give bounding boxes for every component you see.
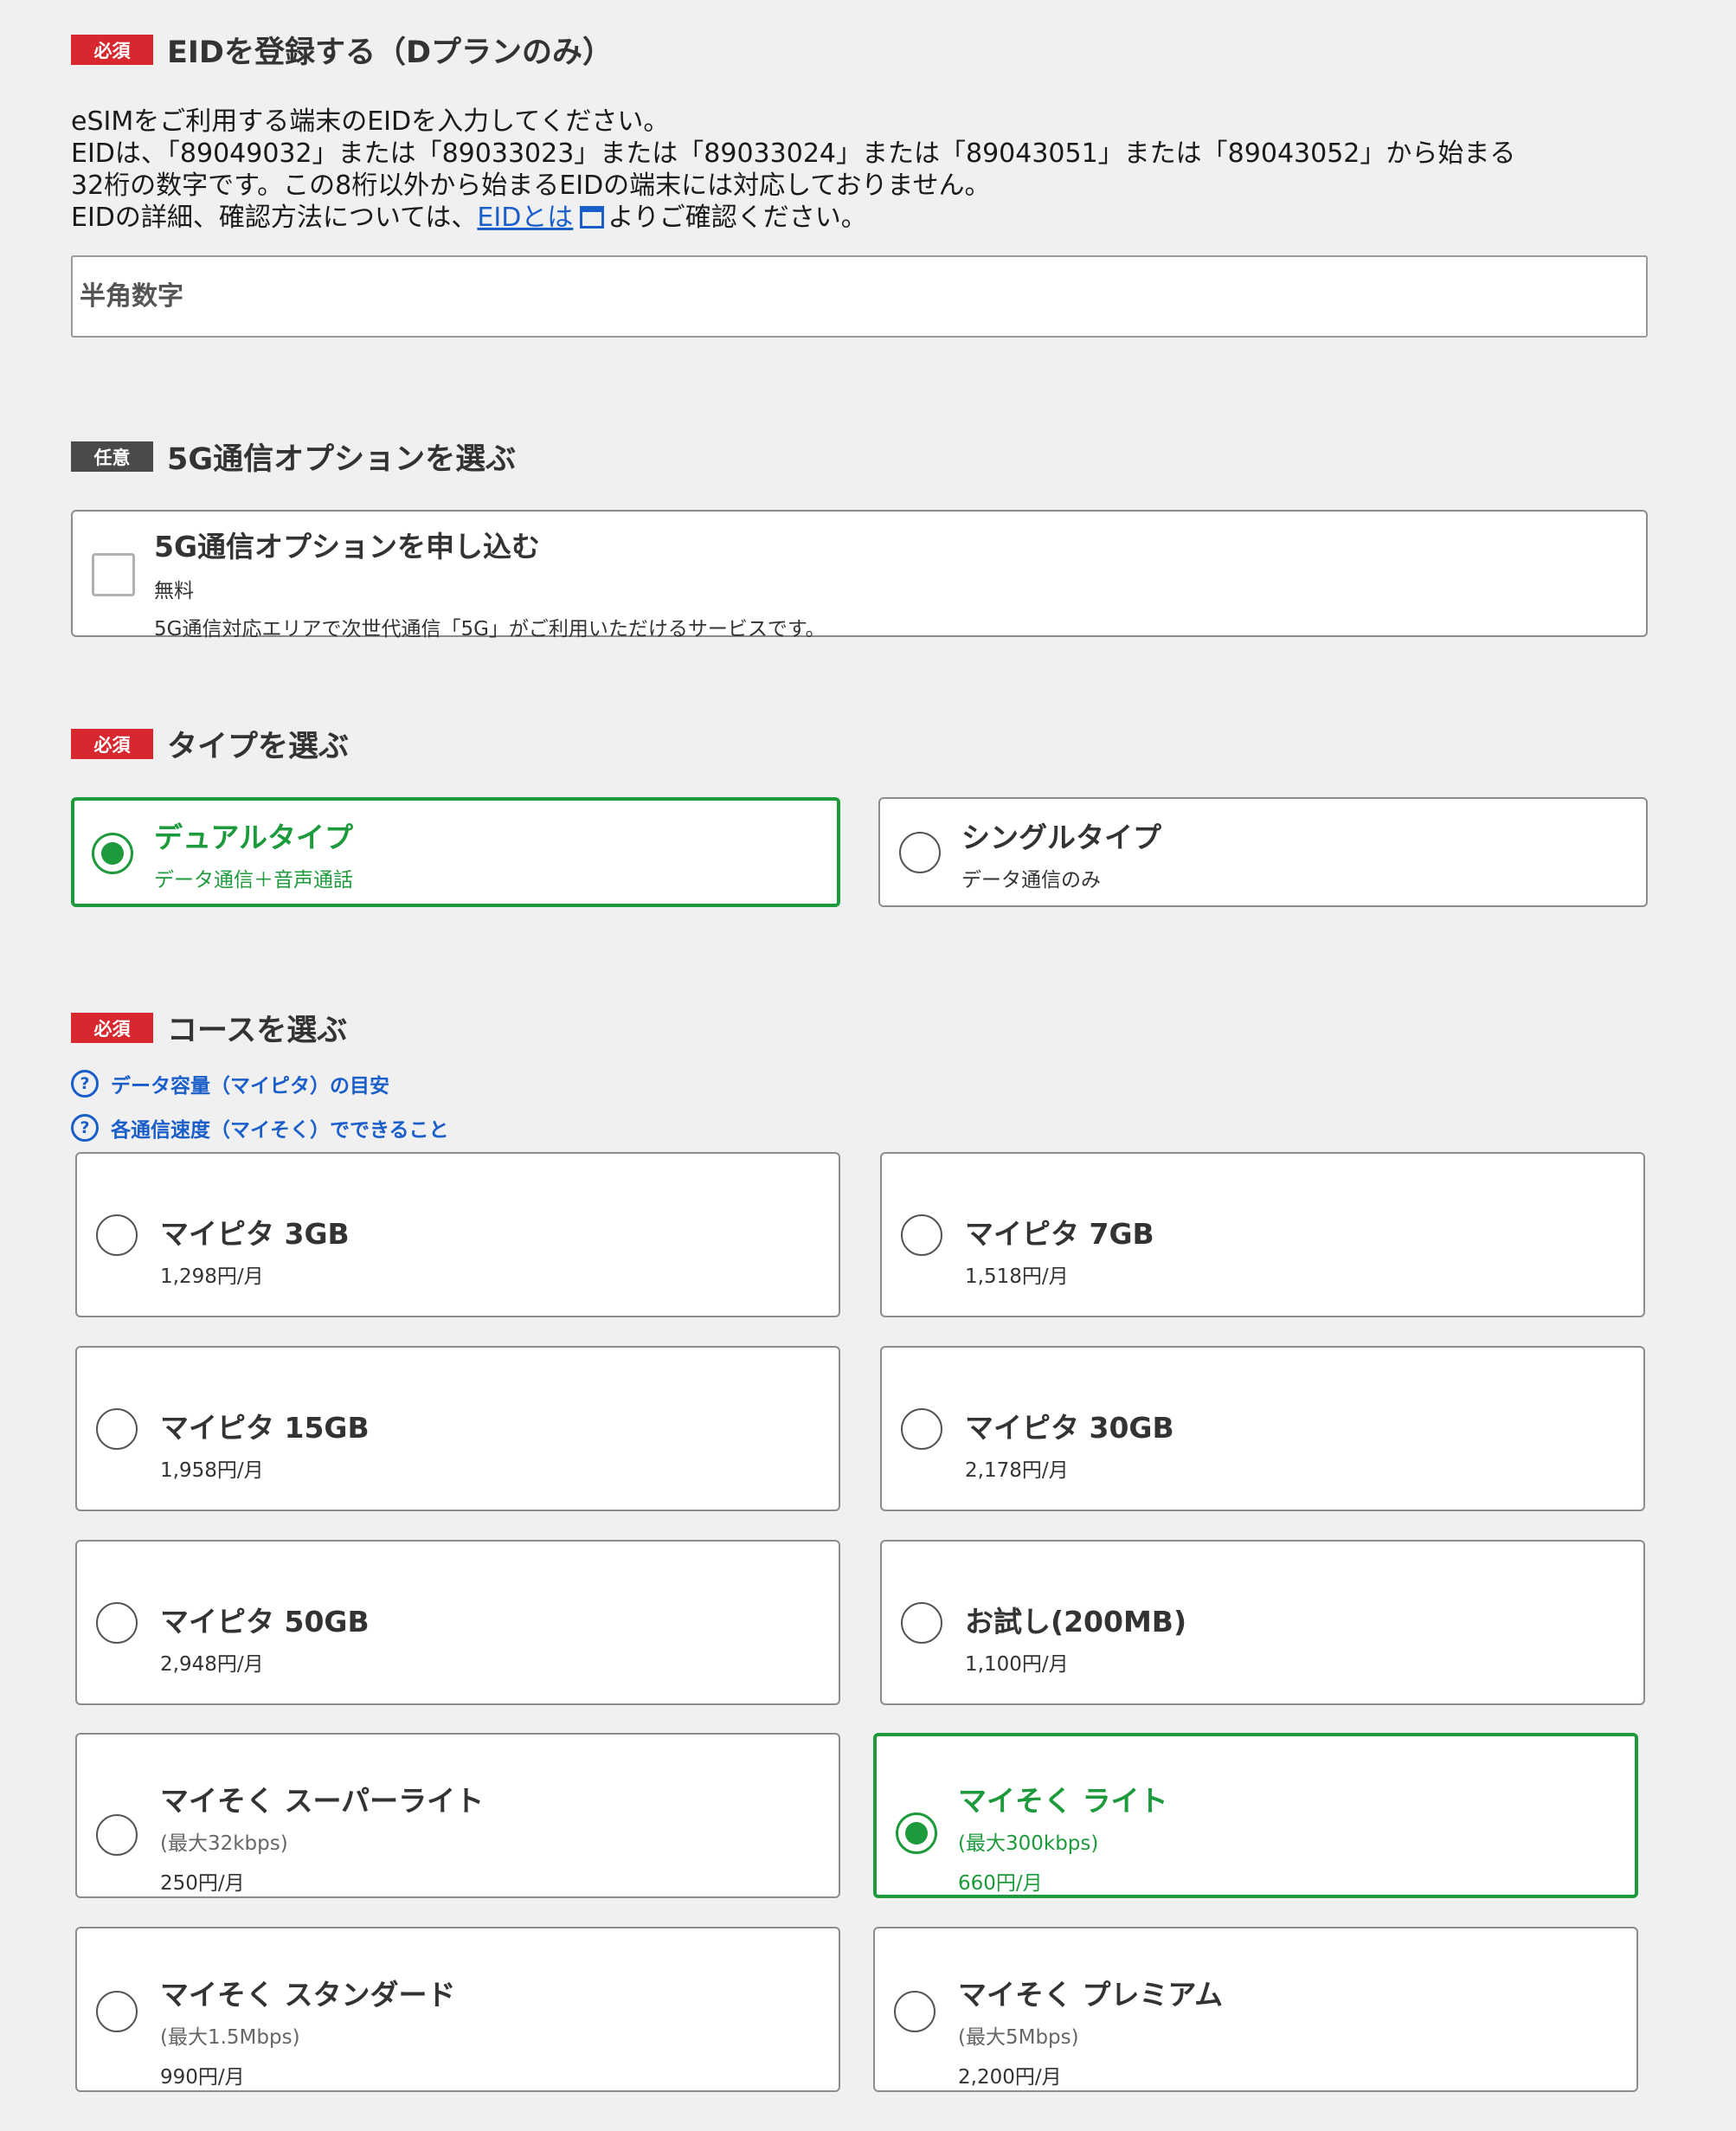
course-option-price: 2,948円/月 [160,1653,264,1676]
option-5g-section-header: 任意 5G通信オプションを選ぶ [71,435,516,479]
course-option-mypita-30gb[interactable]: マイピタ 30GB 2,178円/月 [880,1346,1645,1511]
course-option-price: 660円/月 [958,1872,1043,1895]
eid-input[interactable] [71,255,1648,338]
course-option-text: マイピタ 7GB 1,518円/月 [965,1211,1154,1289]
type-option-text: デュアルタイプ データ通信＋音声通話 [154,814,353,892]
help-circle-icon: ? [71,1070,99,1098]
course-option-title: マイそく プレミアム [958,1978,1224,2012]
option-5g-desc: 5G通信対応エリアで次世代通信「5G」がご利用いただけるサービスです。 [154,618,826,641]
course-option-price: 2,178円/月 [965,1459,1069,1482]
option-5g-text: 5G通信オプションを申し込む 無料 5G通信対応エリアで次世代通信「5G」がご利… [154,524,826,641]
eid-desc-line-4: EIDの詳細、確認方法については、EIDとは よりご確認ください。 [71,202,1681,234]
course-option-mypita-3gb[interactable]: マイピタ 3GB 1,298円/月 [75,1152,840,1317]
course-option-text: マイピタ 30GB 2,178円/月 [965,1405,1174,1483]
eid-desc-line: eSIMをご利用する端末のEIDを入力してください。 [71,106,670,137]
course-option-title: マイピタ 3GB [160,1217,350,1251]
type-option-text: シングルタイプ データ通信のみ [961,814,1161,892]
optional-badge: 任意 [71,441,153,472]
external-link-icon [580,206,605,229]
section-title-course: コースを選ぶ [167,1014,348,1048]
radio-icon[interactable] [901,1214,942,1256]
course-option-title: マイピタ 50GB [160,1605,370,1638]
help-link-data-capacity[interactable]: ? データ容量（マイピタ）の目安 [71,1069,389,1098]
radio-icon[interactable] [899,832,941,873]
option-5g-card[interactable]: 5G通信オプションを申し込む 無料 5G通信対応エリアで次世代通信「5G」がご利… [71,510,1648,641]
course-option-maisoku-premium[interactable]: マイそく プレミアム (最大5Mbps) 2,200円/月 [873,1927,1638,2092]
course-option-text: マイそく ライト (最大300kbps) 660円/月 [958,1778,1168,1896]
course-option-title: マイピタ 30GB [965,1411,1174,1445]
course-option-maisoku-superlight[interactable]: マイそく スーパーライト (最大32kbps) 250円/月 [75,1733,840,1898]
course-option-title: マイピタ 7GB [965,1217,1154,1251]
course-option-text: マイそく スタンダード (最大1.5Mbps) 990円/月 [160,1972,456,2089]
radio-icon[interactable] [96,1408,138,1450]
course-option-mypita-50gb[interactable]: マイピタ 50GB 2,948円/月 [75,1540,840,1705]
course-option-trial-200mb[interactable]: お試し(200MB) 1,100円/月 [880,1540,1645,1705]
course-option-title: お試し(200MB) [965,1605,1187,1638]
type-option-dual[interactable]: デュアルタイプ データ通信＋音声通話 [71,797,840,907]
section-title-eid: EIDを登録する（Dプランのみ） [167,35,614,70]
eid-desc-text: EIDの詳細、確認方法については、 [71,203,478,233]
eid-section-header: 必須 EIDを登録する（Dプランのみ） [71,28,613,72]
course-option-mypita-15gb[interactable]: マイピタ 15GB 1,958円/月 [75,1346,840,1511]
course-option-price: 1,298円/月 [160,1265,264,1288]
type-option-single[interactable]: シングルタイプ データ通信のみ [878,797,1648,907]
radio-selected-icon[interactable] [92,833,133,874]
option-5g-price: 無料 [154,580,194,602]
course-option-price: 1,518円/月 [965,1265,1069,1288]
radio-icon[interactable] [894,1991,936,2032]
required-badge: 必須 [71,35,153,65]
course-option-text: マイピタ 3GB 1,298円/月 [160,1211,350,1289]
course-option-text: マイピタ 50GB 2,948円/月 [160,1599,370,1677]
type-section-header: 必須 タイプを選ぶ [71,722,349,766]
course-option-text: マイピタ 15GB 1,958円/月 [160,1405,370,1483]
required-badge: 必須 [71,729,153,759]
course-option-price: 990円/月 [160,2066,245,2089]
course-section-header: 必須 コースを選ぶ [71,1006,347,1050]
eid-desc-line: 32桁の数字です。この8桁以外から始まるEIDの端末には対応しておりません。 [71,171,991,201]
eid-desc-line: EIDは、「89049032」または「89033023」または「89033024… [71,138,1516,169]
eid-description: eSIMをご利用する端末のEIDを入力してください。 EIDは、「8904903… [71,106,1681,234]
help-link-text[interactable]: 各通信速度（マイそく）でできること [111,1113,449,1143]
type-option-sub: データ通信＋音声通話 [154,869,353,892]
course-option-title: マイそく スタンダード [160,1978,456,2012]
course-option-price: 1,958円/月 [160,1459,264,1482]
course-option-maisoku-standard[interactable]: マイそく スタンダード (最大1.5Mbps) 990円/月 [75,1927,840,2092]
section-title-type: タイプを選ぶ [167,730,350,764]
option-5g-title: 5G通信オプションを申し込む [154,530,541,563]
course-option-speed: (最大1.5Mbps) [160,2026,300,2049]
help-link-text[interactable]: データ容量（マイピタ）の目安 [111,1069,389,1098]
type-option-title: シングルタイプ [961,821,1161,854]
course-option-speed: (最大32kbps) [160,1832,288,1855]
course-option-text: お試し(200MB) 1,100円/月 [965,1599,1186,1677]
course-option-price: 250円/月 [160,1872,245,1895]
radio-icon[interactable] [96,1991,138,2032]
course-option-title: マイそく スーパーライト [160,1784,485,1818]
course-option-price: 2,200円/月 [958,2066,1062,2089]
course-option-title: マイピタ 15GB [160,1411,370,1445]
type-option-sub: データ通信のみ [961,869,1101,892]
radio-icon[interactable] [96,1214,138,1256]
required-badge: 必須 [71,1013,153,1043]
course-option-speed: (最大300kbps) [958,1832,1099,1855]
radio-icon[interactable] [901,1408,942,1450]
course-option-mypita-7gb[interactable]: マイピタ 7GB 1,518円/月 [880,1152,1645,1317]
radio-icon[interactable] [901,1602,942,1644]
course-option-title: マイそく ライト [958,1784,1168,1818]
course-option-maisoku-light[interactable]: マイそく ライト (最大300kbps) 660円/月 [873,1733,1638,1898]
type-option-title: デュアルタイプ [154,821,354,854]
help-link-speed[interactable]: ? 各通信速度（マイそく）でできること [71,1113,449,1143]
course-option-text: マイそく スーパーライト (最大32kbps) 250円/月 [160,1778,484,1896]
radio-icon[interactable] [96,1602,138,1644]
help-circle-icon: ? [71,1114,99,1142]
course-option-text: マイそく プレミアム (最大5Mbps) 2,200円/月 [958,1972,1223,2089]
course-option-price: 1,100円/月 [965,1653,1069,1676]
eid-info-link[interactable]: EIDとは [477,203,573,233]
course-option-speed: (最大5Mbps) [958,2026,1079,2049]
eid-desc-text: よりご確認ください。 [608,203,867,233]
checkbox-icon[interactable] [92,553,135,596]
section-title-5g: 5G通信オプションを選ぶ [167,442,517,477]
radio-icon[interactable] [96,1814,138,1856]
radio-selected-icon[interactable] [896,1812,937,1854]
